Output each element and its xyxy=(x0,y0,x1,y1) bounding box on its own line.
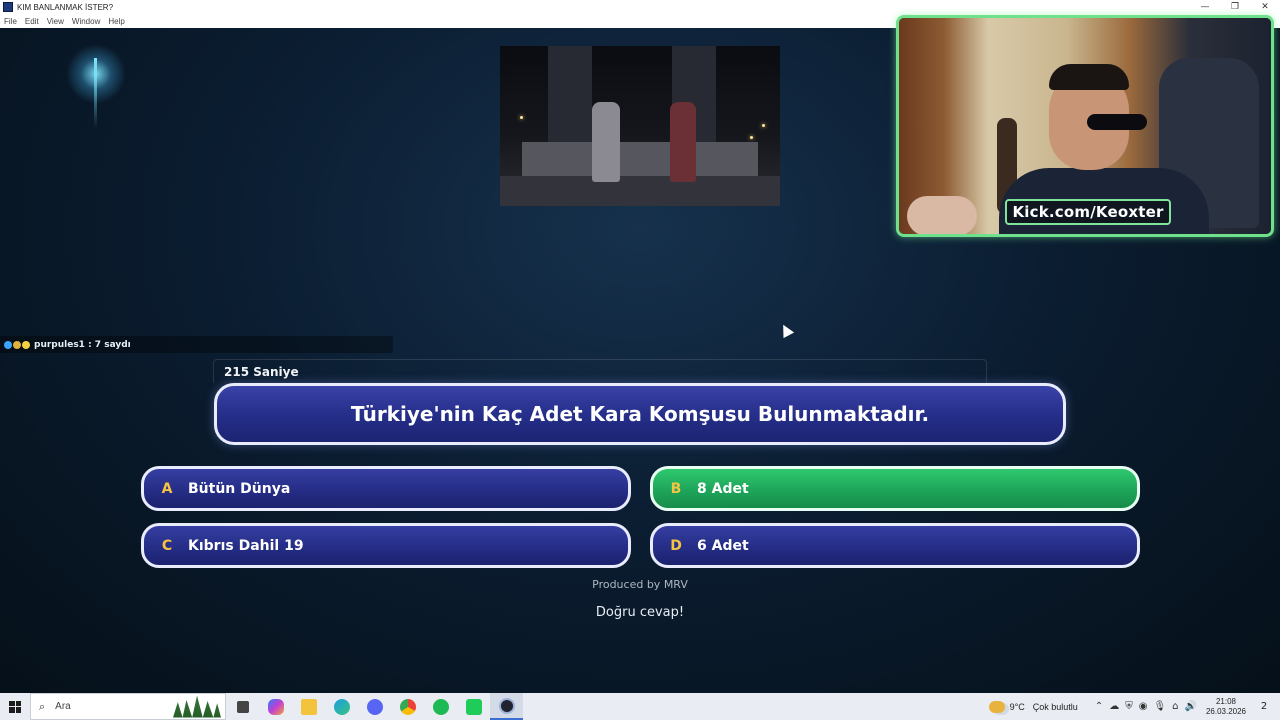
answer-text: Kıbrıs Dahil 19 xyxy=(188,537,304,554)
file-explorer-icon[interactable] xyxy=(292,693,325,720)
menu-edit[interactable]: Edit xyxy=(25,17,39,26)
statue-left xyxy=(548,46,592,144)
search-highlight-image xyxy=(173,695,221,718)
weather-cloud-icon xyxy=(988,700,1005,713)
taskbar-search[interactable]: ⌕ Ara xyxy=(30,693,226,720)
windows-logo-icon xyxy=(9,700,21,713)
timer-text: 215 Saniye xyxy=(224,364,299,379)
spotify-icon[interactable] xyxy=(424,693,457,720)
copilot-icon[interactable] xyxy=(259,693,292,720)
webcam-icon[interactable]: ◉ xyxy=(1139,701,1148,712)
search-placeholder: Ara xyxy=(55,701,71,712)
question-text: Türkiye'nin Kaç Adet Kara Komşusu Bulunm… xyxy=(350,402,930,426)
channel-name: Kick.com/Keoxter xyxy=(1012,203,1164,221)
answer-c[interactable]: C Kıbrıs Dahil 19 xyxy=(141,523,631,568)
result-message: Doğru cevap! xyxy=(595,605,685,620)
answer-d[interactable]: D 6 Adet xyxy=(650,523,1140,568)
edge-icon[interactable] xyxy=(325,693,358,720)
taskbar: ⌕ Ara 9°C Çok bulutlu ⌃ ☁ ⛨ ◉ 🎙 ⌂ 🔊 21:0… xyxy=(0,693,1280,720)
answer-b[interactable]: B 8 Adet xyxy=(650,466,1140,511)
task-view-icon[interactable] xyxy=(226,693,259,720)
street-light xyxy=(520,116,523,119)
answer-a[interactable]: A Bütün Dünya xyxy=(141,466,631,511)
answer-letter: C xyxy=(161,537,173,554)
weather-desc: Çok bulutlu xyxy=(1032,701,1078,712)
badge-icon xyxy=(22,340,30,349)
obs-icon[interactable] xyxy=(490,693,523,720)
chat-message: purpules1 : 7 saydı xyxy=(34,339,131,350)
chevron-up-icon[interactable]: ⌃ xyxy=(1095,701,1103,712)
answer-text: Bütün Dünya xyxy=(188,480,291,497)
chat-message-row: purpules1 : 7 saydı xyxy=(0,336,393,353)
volume-icon[interactable]: 🔊 xyxy=(1185,701,1197,712)
network-icon[interactable]: ⌂ xyxy=(1172,701,1178,712)
person-right xyxy=(670,102,696,182)
window-title: KIM BANLANMAK İSTER? xyxy=(17,2,114,12)
system-tray: 9°C Çok bulutlu ⌃ ☁ ⛨ ◉ 🎙 ⌂ 🔊 21:08 26.0… xyxy=(988,693,1280,720)
window-title-bar: KIM BANLANMAK İSTER? — ❐ ✕ xyxy=(0,0,1280,14)
answer-letter: B xyxy=(670,480,682,497)
answer-text: 6 Adet xyxy=(697,537,749,554)
menu-window[interactable]: Window xyxy=(72,17,100,26)
menu-file[interactable]: File xyxy=(4,17,17,26)
badge-icon xyxy=(13,340,21,349)
weather-widget[interactable]: 9°C Çok bulutlu xyxy=(988,700,1078,713)
menu-view[interactable]: View xyxy=(47,17,64,26)
weather-temp: 9°C xyxy=(1009,701,1025,712)
menu-help[interactable]: Help xyxy=(108,17,124,26)
webcam-frame: Kick.com/Keoxter xyxy=(896,15,1274,237)
streamer-hair xyxy=(1049,64,1129,90)
search-icon: ⌕ xyxy=(39,699,46,713)
answer-text: 8 Adet xyxy=(697,480,749,497)
question-box: Türkiye'nin Kaç Adet Kara Komşusu Bulunm… xyxy=(214,383,1066,445)
notification-icon[interactable]: 2 xyxy=(1254,698,1274,716)
discord-icon[interactable] xyxy=(358,693,391,720)
minimize-button[interactable]: — xyxy=(1190,0,1220,14)
webcam-overlay: Kick.com/Keoxter xyxy=(896,15,1274,237)
stone-bench xyxy=(522,142,758,180)
answer-letter: D xyxy=(670,537,682,554)
produced-by-credit: Produced by MRV xyxy=(592,578,688,591)
street-light xyxy=(750,136,753,139)
streamer-hand xyxy=(907,196,977,234)
restore-button[interactable]: ❐ xyxy=(1220,0,1250,14)
clock[interactable]: 21:08 26.03.2026 xyxy=(1206,697,1246,717)
timer-bar: 215 Saniye xyxy=(213,359,987,383)
badge-icon xyxy=(4,340,12,349)
notification-count: 2 xyxy=(1260,701,1268,712)
shield-icon[interactable]: ⛨ xyxy=(1125,701,1133,712)
clock-date: 26.03.2026 xyxy=(1205,706,1246,716)
ground xyxy=(500,176,780,206)
sunglasses xyxy=(1087,114,1147,130)
clock-time: 21:08 xyxy=(1215,696,1236,706)
cloud-sync-icon[interactable]: ☁ xyxy=(1109,701,1119,712)
mouse-cursor-icon xyxy=(777,321,795,339)
microphone-icon[interactable]: 🎙 xyxy=(1153,701,1166,712)
person-left xyxy=(592,102,620,182)
chrome-icon[interactable] xyxy=(391,693,424,720)
channel-plate: Kick.com/Keoxter xyxy=(1005,199,1171,225)
street-light xyxy=(762,124,765,127)
video-panel xyxy=(500,46,780,206)
answer-letter: A xyxy=(161,480,173,497)
close-button[interactable]: ✕ xyxy=(1250,0,1280,14)
spotlight-beam xyxy=(94,58,97,128)
window-controls: — ❐ ✕ xyxy=(1190,0,1280,14)
start-button[interactable] xyxy=(0,693,30,720)
app-icon xyxy=(3,2,13,12)
game-stage: Kick.com/Keoxter purpules1 : 7 saydı 215… xyxy=(0,15,1280,693)
kick-icon[interactable] xyxy=(457,693,490,720)
